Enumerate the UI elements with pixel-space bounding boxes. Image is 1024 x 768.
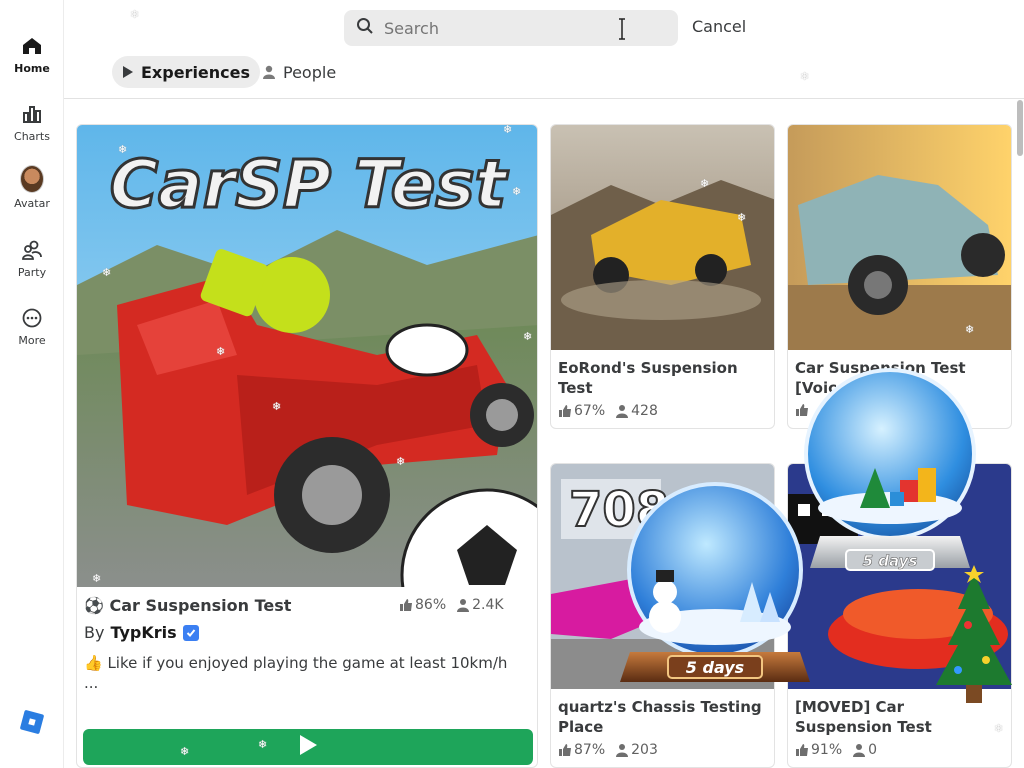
sidebar-item-party[interactable]: Party [0,238,64,298]
tab-people[interactable]: People [252,56,346,88]
sidebar-item-label: Charts [14,130,50,143]
roblox-logo-icon[interactable] [20,710,44,734]
thumbs-up-icon [795,743,809,757]
player-count: 0 [868,742,878,758]
game-thumbnail[interactable] [788,125,1011,350]
sidebar-item-label: Avatar [14,197,50,210]
snowflake-icon: ❄ [130,8,140,21]
players-icon [456,598,470,612]
thumbs-up-icon [795,403,809,417]
party-icon [20,238,44,262]
featured-stats: 86% 2.4K [399,597,504,613]
players-icon [852,743,866,757]
text-cursor-icon [617,17,627,41]
play-icon [122,65,134,79]
person-icon [262,65,276,79]
player-count: 2.4K [472,597,504,613]
description-text: 👍 Like if you enjoyed playing the game a… [84,654,508,672]
avatar-icon [20,165,44,193]
soccer-ball-icon: ⚽ [84,596,104,615]
game-card[interactable]: [MOVED] Car Suspension Test 91% 0 [787,463,1012,768]
avatar [20,165,44,193]
cancel-button[interactable]: Cancel [692,17,746,36]
header-divider [64,98,1024,99]
home-icon [20,34,44,58]
thumbs-up-icon [558,743,572,757]
scrollbar[interactable] [1017,100,1023,156]
game-thumbnail[interactable]: 708 [551,464,774,689]
app-window: Home Charts Avatar Party More Search Can… [0,0,1024,768]
featured-title[interactable]: ⚽ Car Suspension Test [84,596,291,616]
player-count: 203 [631,742,658,758]
tab-label: Experiences [141,62,251,82]
game-title[interactable]: Car Suspension Test [Voic [795,358,1005,398]
svg-text:708: 708 [569,482,669,538]
featured-game-card[interactable]: CarSP Test ⚽ Car Suspension Test 86% 2.4… [76,124,538,768]
game-card[interactable]: 708 quartz's Chassis Testing Place 87% 2… [550,463,775,768]
like-ratio: 86% [415,597,447,613]
tab-experiences[interactable]: Experiences [112,56,261,88]
like-ratio: 67% [574,403,606,419]
verified-badge-icon [182,624,199,641]
by-label: By [84,623,105,642]
tab-label: People [283,62,337,82]
like-ratio: 87% [574,742,606,758]
more-icon [20,306,44,330]
game-card[interactable]: EoRond's Suspension Test 67% 428 [550,124,775,429]
sidebar-item-home[interactable]: Home [0,34,64,94]
sidebar-item-label: Home [14,62,50,75]
charts-icon [20,102,44,126]
game-stats [795,403,811,417]
sidebar-item-label: More [18,334,46,347]
sidebar-item-avatar[interactable]: Avatar [0,165,64,227]
game-thumbnail[interactable] [788,464,1011,689]
creator-name[interactable]: TypKris [110,623,176,642]
search-input[interactable] [384,18,644,38]
game-stats: 91% 0 [795,742,877,758]
player-count: 428 [631,403,658,419]
sidebar: Home Charts Avatar Party More [0,0,64,768]
play-button[interactable] [83,729,533,765]
snowflake-icon: ❄ [800,70,810,83]
thumbnail-logo-text: CarSP Test [110,146,509,223]
game-thumbnail[interactable] [551,125,774,350]
game-title[interactable]: quartz's Chassis Testing Place [558,697,768,737]
players-icon [615,743,629,757]
creator-line: By TypKris [84,623,199,642]
thumbs-up-icon [399,598,413,612]
sidebar-item-more[interactable]: More [0,306,64,366]
game-card[interactable]: Car Suspension Test [Voic [787,124,1012,429]
game-title[interactable]: [MOVED] Car Suspension Test [795,697,1005,737]
sidebar-item-charts[interactable]: Charts [0,102,64,162]
search-icon [356,17,374,39]
play-icon [298,734,318,760]
description-more: ... [84,674,99,692]
players-icon [615,404,629,418]
thumbs-up-icon [558,404,572,418]
game-stats: 87% 203 [558,742,658,758]
sidebar-item-label: Party [17,266,47,279]
game-description: 👍 Like if you enjoyed playing the game a… [84,653,524,693]
search-bar[interactable] [344,10,678,46]
game-title[interactable]: EoRond's Suspension Test [558,358,768,398]
game-thumbnail[interactable]: CarSP Test [77,125,537,662]
game-stats: 67% 428 [558,403,658,419]
like-ratio: 91% [811,742,843,758]
featured-title-text: Car Suspension Test [109,596,292,615]
